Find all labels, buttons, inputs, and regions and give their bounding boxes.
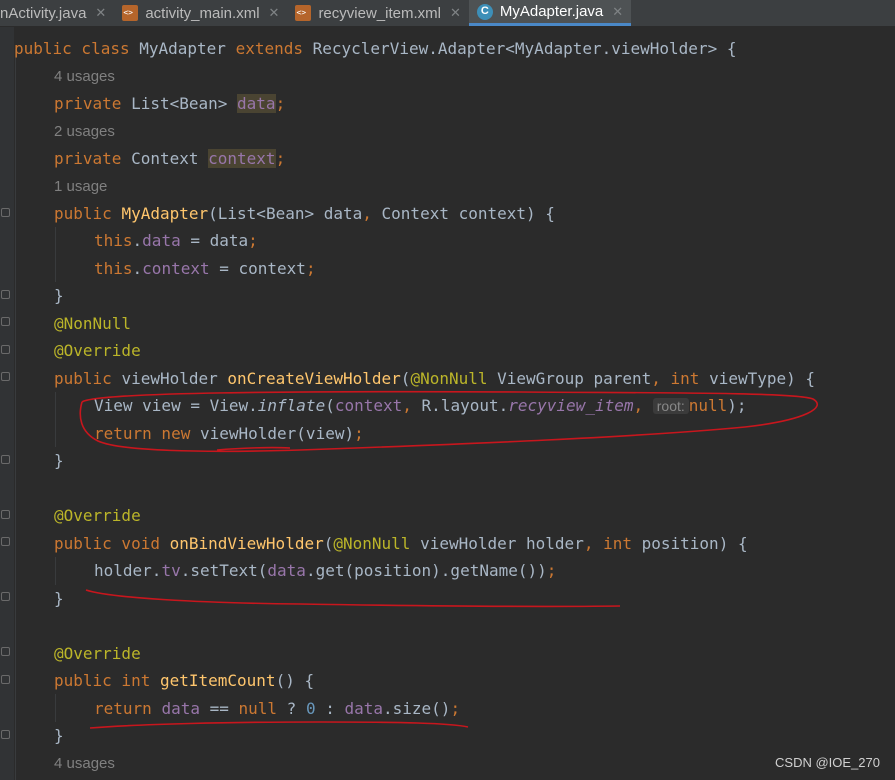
red-underline-annotation [216, 446, 291, 451]
red-underline-annotation [89, 721, 469, 729]
watermark: CSDN @IOE_270 [775, 755, 880, 770]
red-circle-annotation [79, 390, 819, 453]
red-annotation-layer [79, 390, 819, 729]
red-underline-annotation [85, 589, 621, 608]
